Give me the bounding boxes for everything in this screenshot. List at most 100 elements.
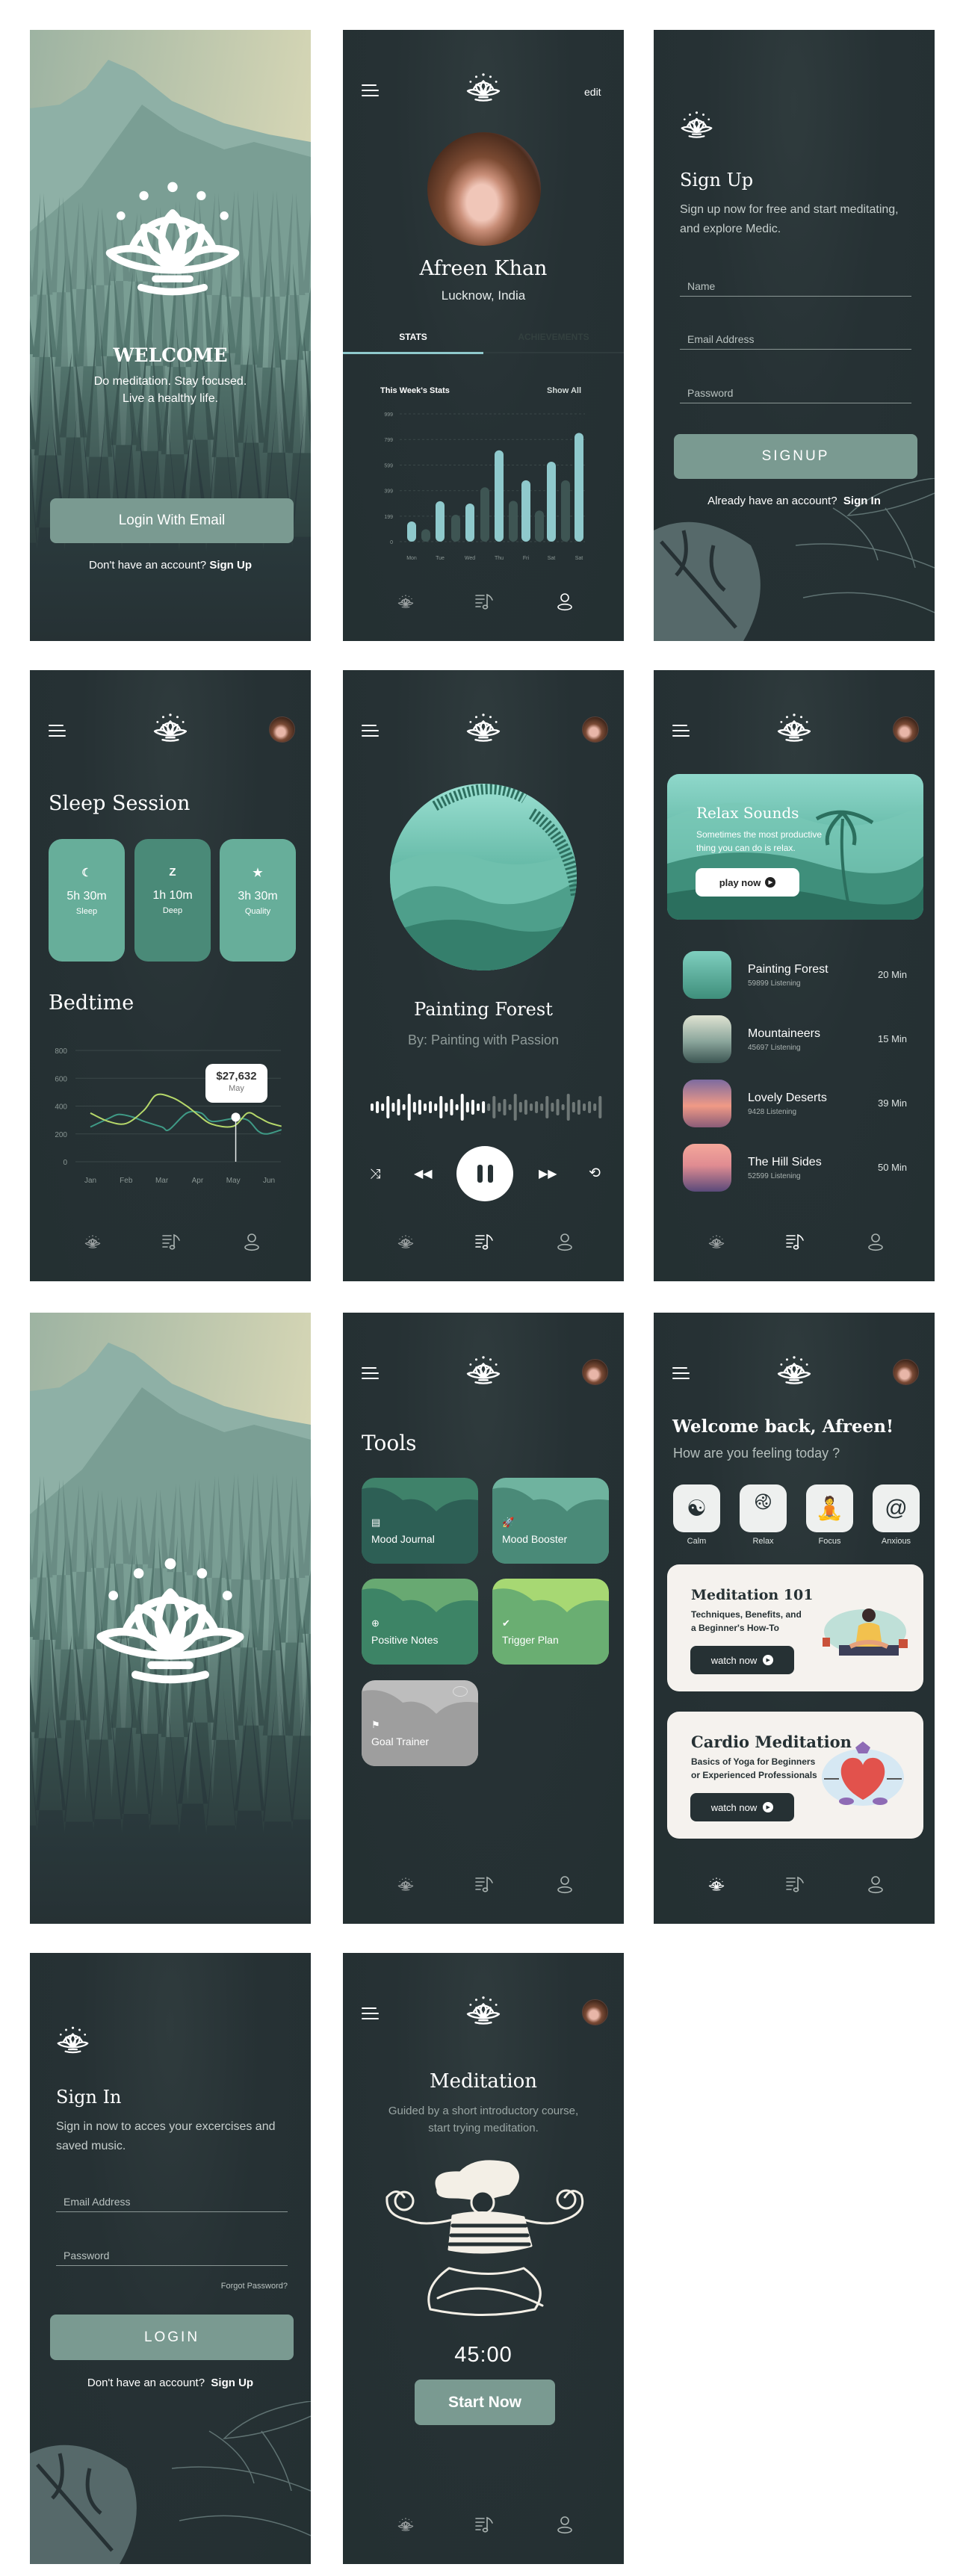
watch-now-button[interactable]: watch now ▶ <box>690 1793 794 1821</box>
course-card[interactable]: Cardio Meditation Basics of Yoga for Begi… <box>667 1712 923 1839</box>
play-icon: ▶ <box>763 1802 774 1812</box>
repeat-icon[interactable]: ⟲ <box>589 1165 601 1182</box>
track-listeners: 9428 Listening <box>748 1108 797 1116</box>
z-icon: Z <box>169 866 176 879</box>
nav-home[interactable] <box>82 1232 103 1251</box>
nav-music[interactable] <box>474 592 495 611</box>
nav-home[interactable] <box>395 1232 416 1251</box>
pause-button[interactable] <box>456 1146 513 1201</box>
tool-card-trigger-plan[interactable]: ✔ Trigger Plan <box>492 1579 609 1665</box>
nav-profile[interactable] <box>554 2515 575 2534</box>
nav-music[interactable] <box>161 1232 182 1251</box>
avatar[interactable] <box>893 1359 919 1385</box>
nav-home[interactable] <box>395 592 416 611</box>
show-all-link[interactable]: Show All <box>547 386 581 395</box>
course-card[interactable]: Meditation 101 Techniques, Benefits, and a… <box>667 1564 923 1691</box>
y-tick-label: 399 <box>384 489 393 495</box>
mood-anxious[interactable]: @ <box>873 1484 920 1532</box>
password-field[interactable]: Password <box>56 2250 288 2266</box>
sign-in-link[interactable]: Sign In <box>843 495 881 507</box>
sign-up-link[interactable]: Sign Up <box>209 559 252 572</box>
start-now-button[interactable]: Start Now <box>415 2380 555 2425</box>
nav-profile[interactable] <box>554 1232 575 1251</box>
nav-music[interactable] <box>474 1232 495 1251</box>
nav-profile[interactable] <box>241 1232 262 1251</box>
menu-button[interactable] <box>672 1367 690 1382</box>
next-icon[interactable]: ▶▶ <box>539 1166 557 1181</box>
nav-profile[interactable] <box>865 1874 886 1894</box>
signin-screen: Sign In Sign in now to acces your excerc… <box>30 1953 311 2564</box>
user-icon <box>865 1874 886 1894</box>
waveform-progress[interactable] <box>368 1092 603 1122</box>
nav-profile[interactable] <box>554 1874 575 1894</box>
watch-now-button[interactable]: watch now ▶ <box>690 1646 794 1674</box>
profile-screen: edit Afreen Khan Lucknow, India STATS AC… <box>343 30 624 641</box>
bar-secondary <box>451 515 460 542</box>
play-now-button[interactable]: play now ▶ <box>696 868 799 897</box>
sleep-stat-card: Z 1h 10m Deep <box>134 839 211 962</box>
avatar[interactable] <box>269 716 295 743</box>
avatar[interactable] <box>893 716 919 743</box>
star-icon: ★ <box>253 867 263 879</box>
login-with-email-button[interactable]: Login With Email <box>50 498 294 543</box>
signup-button[interactable]: SIGNUP <box>674 434 917 479</box>
nav-profile[interactable] <box>554 592 575 611</box>
nav-music[interactable] <box>474 1874 495 1894</box>
menu-button[interactable] <box>362 84 379 99</box>
x-tick-label: Sat <box>548 556 556 561</box>
tool-card-positive-notes[interactable]: ⊕ Positive Notes <box>362 1579 478 1665</box>
avatar[interactable] <box>582 1359 608 1385</box>
flag-icon: ⚑ <box>371 1719 380 1730</box>
mood-calm[interactable]: ☯ <box>673 1484 720 1532</box>
email-field[interactable]: Email Address <box>56 2196 288 2212</box>
yin-yang-icon: ☯ <box>687 1496 707 1521</box>
track-list-item[interactable]: Painting Forest 59899 Listening 20 Min <box>654 951 935 999</box>
menu-button[interactable] <box>362 2007 379 2022</box>
track-list-item[interactable]: Lovely Deserts 9428 Listening 39 Min <box>654 1080 935 1127</box>
nav-profile[interactable] <box>865 1232 886 1251</box>
nav-home[interactable] <box>395 1874 416 1894</box>
menu-button[interactable] <box>362 725 379 740</box>
leaves-decoration <box>30 2401 311 2564</box>
nav-music[interactable] <box>785 1874 806 1894</box>
name-field[interactable]: Name <box>680 280 911 297</box>
shuffle-icon[interactable]: ⤨ <box>370 1166 380 1182</box>
track-list-item[interactable]: Mountaineers 45697 Listening 15 Min <box>654 1015 935 1063</box>
nav-home[interactable] <box>395 2515 416 2534</box>
x-tick-label: Mon <box>406 556 417 561</box>
waveform-bar <box>503 1099 507 1115</box>
x-tick-label: Mar <box>155 1177 169 1185</box>
edit-button[interactable]: edit <box>584 86 601 98</box>
avatar[interactable] <box>582 1999 608 2025</box>
lotus-logo-icon <box>101 165 244 312</box>
waveform-bar <box>524 1100 527 1115</box>
y-tick-label: 799 <box>384 438 393 443</box>
nav-home[interactable] <box>706 1232 727 1251</box>
highlight-point[interactable] <box>231 1112 241 1122</box>
track-list-item[interactable]: The Hill Sides 52599 Listening 50 Min <box>654 1144 935 1192</box>
tab-achievements[interactable]: ACHIEVEMENTS <box>483 332 624 342</box>
menu-button[interactable] <box>49 725 66 740</box>
tool-card-goal-trainer[interactable]: ⚑ Goal Trainer <box>362 1680 478 1766</box>
forgot-password-link[interactable]: Forgot Password? <box>221 2282 288 2291</box>
tab-stats[interactable]: STATS <box>343 332 483 342</box>
previous-icon[interactable]: ◀◀ <box>414 1166 433 1181</box>
nav-music[interactable] <box>785 1232 806 1251</box>
password-field[interactable]: Password <box>680 387 911 403</box>
avatar[interactable] <box>582 716 608 743</box>
sign-up-link[interactable]: Sign Up <box>211 2377 253 2389</box>
mood-relax[interactable]: ࿋ <box>740 1484 787 1532</box>
course-title: Meditation 101 <box>691 1587 814 1603</box>
login-button[interactable]: LOGIN <box>50 2315 294 2360</box>
nav-music[interactable] <box>474 2515 495 2534</box>
menu-button[interactable] <box>362 1367 379 1382</box>
waveform-bar <box>407 1094 411 1121</box>
email-field[interactable]: Email Address <box>680 333 911 350</box>
nav-home[interactable] <box>706 1874 727 1894</box>
mood-focus[interactable]: 🧘 <box>806 1484 853 1532</box>
tool-card-mood-journal[interactable]: ▤ Mood Journal <box>362 1478 478 1564</box>
tool-card-mood-booster[interactable]: 🚀 Mood Booster <box>492 1478 609 1564</box>
menu-button[interactable] <box>672 725 690 740</box>
y-tick-label: 200 <box>55 1131 67 1139</box>
tool-label: Goal Trainer <box>371 1736 430 1747</box>
